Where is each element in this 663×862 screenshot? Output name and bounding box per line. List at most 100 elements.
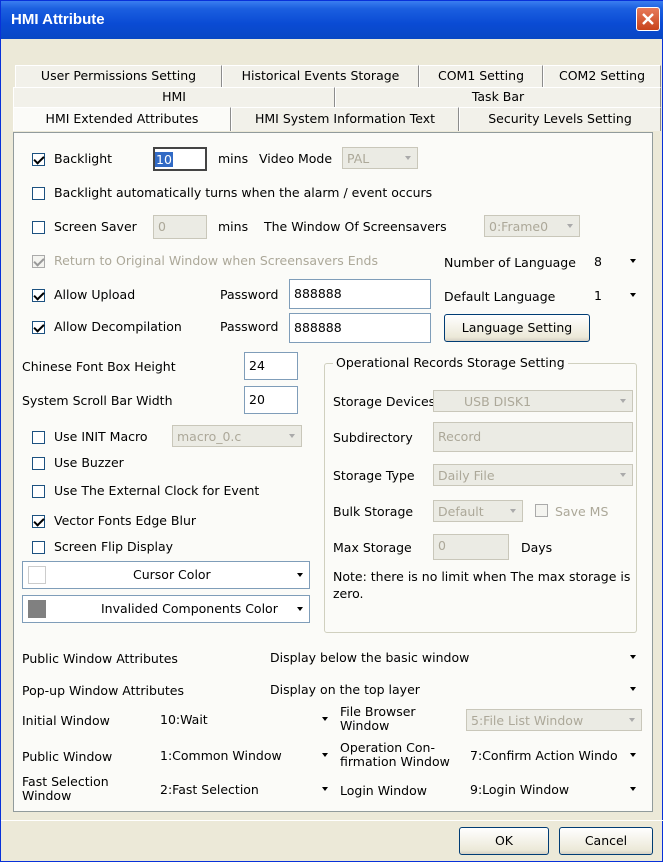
chevron-down-icon <box>322 753 328 757</box>
invalid-color-swatch <box>28 600 46 618</box>
max-storage-label: Max Storage <box>333 540 412 555</box>
use-init-macro-checkbox[interactable] <box>32 431 45 444</box>
popup-window-attributes-select[interactable]: Display on the top layer <box>266 679 642 701</box>
operational-records-group: Operational Records Storage Setting Stor… <box>324 355 637 633</box>
invalid-components-color-picker[interactable]: Invalided Components Color <box>22 595 310 623</box>
allow-decompilation-label: Allow Decompilation <box>54 319 182 334</box>
tab-com1[interactable]: COM1 Setting <box>419 65 543 87</box>
login-window-select[interactable]: 9:Login Window <box>466 779 642 801</box>
scroll-bar-width-input[interactable]: 20 <box>244 386 298 414</box>
screensaver-window-select[interactable]: 0:Frame0 <box>484 215 580 237</box>
return-original-checkbox[interactable] <box>32 255 45 268</box>
fast-selection-window-select[interactable]: 2:Fast Selection <box>156 779 334 801</box>
default-language-select[interactable]: 1 <box>590 285 642 307</box>
chevron-down-icon <box>297 607 303 611</box>
cancel-button[interactable]: Cancel <box>559 827 653 855</box>
use-buzzer-checkbox[interactable] <box>32 457 45 470</box>
save-ms-checkbox[interactable] <box>535 504 548 517</box>
screen-flip-checkbox[interactable] <box>32 541 45 554</box>
backlight-input[interactable]: 10 <box>153 147 207 171</box>
video-mode-label: Video Mode <box>259 151 333 166</box>
storage-devices-label: Storage Devices <box>333 394 436 409</box>
public-window-label: Public Window <box>22 749 113 764</box>
chevron-down-icon <box>322 717 328 721</box>
decompilation-password-label: Password <box>220 319 279 334</box>
vector-fonts-label: Vector Fonts Edge Blur <box>54 513 197 528</box>
cursor-color-picker[interactable]: Cursor Color <box>22 561 310 589</box>
tab-historical-events[interactable]: Historical Events Storage <box>222 65 419 87</box>
screensaver-window-label: The Window Of Screensavers <box>264 219 447 234</box>
screen-saver-checkbox[interactable] <box>32 221 45 234</box>
initial-window-select[interactable]: 10:Wait <box>156 709 334 731</box>
chevron-down-icon <box>630 655 636 659</box>
chevron-down-icon <box>620 399 626 403</box>
cursor-color-label: Cursor Color <box>133 567 211 582</box>
allow-upload-checkbox[interactable] <box>32 289 45 302</box>
allow-decompilation-checkbox[interactable] <box>32 321 45 334</box>
upload-password-input[interactable]: 888888 <box>289 279 431 309</box>
days-label: Days <box>521 540 553 555</box>
operation-confirmation-window-label: Operation Con- firmation Window <box>340 740 450 769</box>
tab-hmi[interactable]: HMI <box>13 87 335 107</box>
operation-confirmation-window-select[interactable]: 7:Confirm Action Windo <box>466 745 642 767</box>
backlight-checkbox[interactable] <box>32 153 45 166</box>
tab-security-levels[interactable]: Security Levels Setting <box>459 107 661 131</box>
bulk-storage-select[interactable]: Default <box>433 500 523 522</box>
public-window-attributes-label: Public Window Attributes <box>22 651 178 666</box>
storage-type-select[interactable]: Daily File <box>433 464 633 486</box>
save-ms-label: Save MS <box>555 504 609 519</box>
upload-password-label: Password <box>220 287 279 302</box>
chevron-down-icon <box>630 293 636 297</box>
fast-selection-window-label: Fast Selection Window <box>22 774 109 803</box>
allow-upload-label: Allow Upload <box>54 287 136 302</box>
chevron-down-icon <box>289 434 295 438</box>
extended-attributes-panel: Backlight 10 mins Video Mode PAL Backlig… <box>13 132 653 812</box>
tab-row-2: HMI Task Bar <box>13 87 661 107</box>
public-window-attributes-select[interactable]: Display below the basic window <box>266 647 642 669</box>
decompilation-password-input[interactable]: 888888 <box>289 313 431 343</box>
close-icon <box>642 13 654 25</box>
ok-button[interactable]: OK <box>459 827 549 855</box>
chinese-font-height-input[interactable]: 24 <box>244 352 298 380</box>
tab-user-permissions[interactable]: User Permissions Setting <box>15 65 222 87</box>
scroll-bar-width-label: System Scroll Bar Width <box>22 393 173 408</box>
subdirectory-label: Subdirectory <box>333 430 413 445</box>
max-storage-input[interactable]: 0 <box>433 534 509 560</box>
chevron-down-icon <box>629 718 635 722</box>
screen-flip-label: Screen Flip Display <box>54 539 174 554</box>
chinese-font-height-label: Chinese Font Box Height <box>22 359 176 374</box>
vector-fonts-checkbox[interactable] <box>32 515 45 528</box>
external-clock-checkbox[interactable] <box>32 485 45 498</box>
external-clock-label: Use The External Clock for Event <box>54 483 260 498</box>
file-browser-window-select[interactable]: 5:File List Window <box>466 709 642 731</box>
cursor-color-swatch <box>28 566 46 584</box>
max-storage-note: Note: there is no limit when The max sto… <box>333 569 631 601</box>
popup-window-attributes-label: Pop-up Window Attributes <box>22 683 184 698</box>
subdirectory-input[interactable]: Record <box>433 422 633 452</box>
storage-devices-select[interactable]: USB DISK1 <box>433 390 633 412</box>
screen-saver-mins-label: mins <box>218 219 249 234</box>
backlight-label: Backlight <box>54 151 113 166</box>
tab-hmi-extended-attributes[interactable]: HMI Extended Attributes <box>13 107 231 131</box>
tab-row-3: HMI Extended Attributes HMI System Infor… <box>13 107 661 131</box>
num-language-select[interactable]: 8 <box>590 251 642 273</box>
video-mode-select[interactable]: PAL <box>342 147 418 169</box>
backlight-alarm-checkbox[interactable] <box>32 187 45 200</box>
tab-hmi-system-info-text[interactable]: HMI System Information Text <box>231 107 459 131</box>
public-window-select[interactable]: 1:Common Window <box>156 745 334 767</box>
bulk-storage-label: Bulk Storage <box>333 504 414 519</box>
operational-records-legend: Operational Records Storage Setting <box>333 355 568 370</box>
screen-saver-label: Screen Saver <box>54 219 137 234</box>
tab-task-bar[interactable]: Task Bar <box>335 87 661 107</box>
close-button[interactable] <box>636 7 660 31</box>
window-title: HMI Attribute <box>11 11 105 28</box>
init-macro-select[interactable]: macro_0.c <box>172 425 302 447</box>
language-setting-button[interactable]: Language Setting <box>444 314 590 342</box>
footer-separator <box>1 820 663 821</box>
tab-com2[interactable]: COM2 Setting <box>543 65 661 87</box>
default-language-label: Default Language <box>444 289 556 304</box>
hmi-attribute-dialog: HMI Attribute User Permissions Setting H… <box>0 0 663 862</box>
screen-saver-input[interactable]: 0 <box>153 215 207 239</box>
backlight-alarm-label: Backlight automatically turns when the a… <box>54 185 433 200</box>
chevron-down-icon <box>322 787 328 791</box>
